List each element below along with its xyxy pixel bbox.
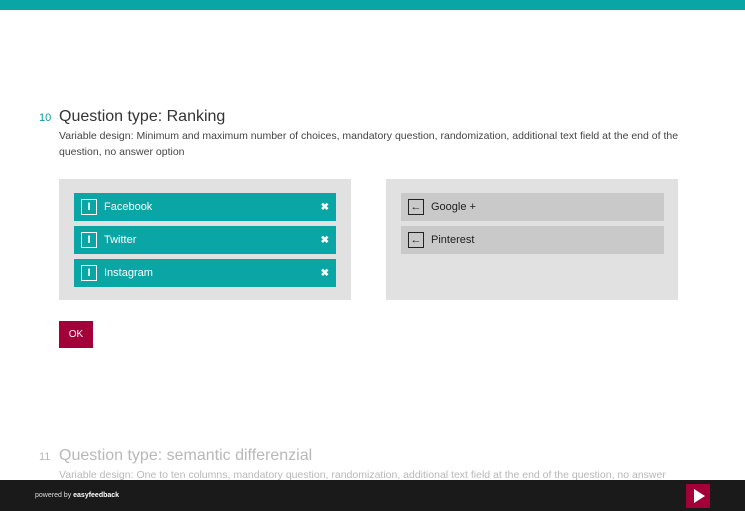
question-description: Variable design: Minimum and maximum num…	[59, 130, 679, 158]
drag-handle-icon[interactable]: I	[81, 199, 97, 215]
drag-handle-icon[interactable]: I	[81, 265, 97, 281]
available-item-pinterest[interactable]: ← Pinterest	[401, 226, 664, 254]
item-label: Facebook	[104, 201, 153, 213]
question-title: Question type: Ranking	[59, 108, 226, 125]
next-button[interactable]	[686, 484, 710, 508]
item-label: Google +	[431, 201, 476, 213]
powered-prefix: powered by	[35, 492, 74, 499]
powered-by-label: powered by easyfeedback	[35, 492, 119, 499]
drag-handle-icon[interactable]: I	[81, 232, 97, 248]
item-label: Twitter	[104, 234, 137, 246]
top-accent-bar	[0, 0, 745, 10]
ranked-item-twitter[interactable]: I Twitter ✖	[74, 226, 336, 254]
question-number: 10	[39, 112, 52, 124]
brand-name[interactable]: easyfeedback	[73, 492, 119, 499]
question-11-header: 11 Question type: semantic differenzial	[39, 447, 312, 465]
question-number: 11	[39, 451, 51, 463]
footer-bar: powered by easyfeedback	[0, 480, 745, 511]
item-label: Pinterest	[431, 234, 475, 246]
ranked-item-facebook[interactable]: I Facebook ✖	[74, 193, 336, 221]
remove-icon[interactable]: ✖	[321, 235, 329, 246]
arrow-left-icon[interactable]: ←	[408, 199, 424, 215]
item-label: Instagram	[104, 267, 153, 279]
ranked-item-instagram[interactable]: I Instagram ✖	[74, 259, 336, 287]
question-title: Question type: semantic differenzial	[59, 447, 313, 464]
question-10-header: 10 Question type: Ranking	[39, 108, 225, 126]
play-icon	[694, 489, 705, 503]
arrow-left-icon[interactable]: ←	[408, 232, 424, 248]
remove-icon[interactable]: ✖	[321, 268, 329, 279]
available-item-google-plus[interactable]: ← Google +	[401, 193, 664, 221]
ok-button[interactable]: OK	[59, 321, 93, 348]
remove-icon[interactable]: ✖	[321, 202, 329, 213]
